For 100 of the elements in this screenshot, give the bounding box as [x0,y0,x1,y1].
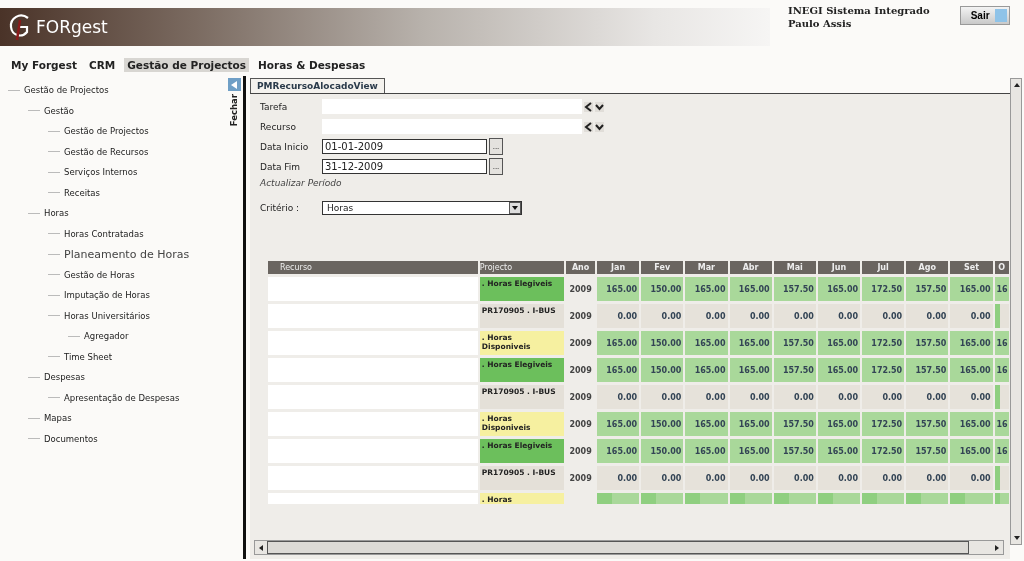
tree-item[interactable]: Horas [44,208,69,219]
tree-item[interactable]: Imputação de Horas [64,290,150,301]
year-cell-text: 2009 [568,391,593,404]
hours-cell: 0.00 [685,385,728,409]
hours-cell: 165.00 [597,439,640,463]
hours-cell: 165.00 [685,331,728,355]
hours-cell: 165.00 [729,439,772,463]
chevron-left-icon[interactable] [584,101,593,112]
hours-cell: 150.00 [641,358,684,382]
hours-cell: 0.00 [597,466,640,490]
tree-item[interactable]: Horas Contratadas [64,228,144,239]
hours-cell: 0.00 [950,385,993,409]
logo-text: FORgest [36,17,108,37]
tree-item[interactable]: Despesas [44,372,85,383]
field-label: Data Inicio [260,141,310,152]
tree-item[interactable]: Time Sheet [64,351,113,362]
column-header: Mar [685,261,728,274]
hours-cell: 165.00 [817,412,860,436]
hours-cell: 0.00 [817,385,860,409]
tree-item[interactable]: Planeamento de Horas [64,247,190,261]
tree-item[interactable]: Serviços Internos [64,167,138,178]
hours-cell: 0.00 [685,304,728,328]
hours-cell: 157.50 [906,439,949,463]
hours-cell: 165.00 [817,277,860,301]
horizontal-scrollbar[interactable] [254,540,1004,555]
hours-cell: 172.50 [862,358,905,382]
tree-item[interactable]: Gestão de Horas [64,269,135,280]
date-field[interactable]: 31-12-2009 [322,159,487,174]
chevron-left-icon[interactable] [584,121,593,132]
hours-cell: 165.00 [729,331,772,355]
hours-cell: 0.00 [906,385,949,409]
hours-cell: 157.50 [906,331,949,355]
hours-cell: 0.00 [685,466,728,490]
hours-cell: 0.00 [817,304,860,328]
column-header: Set [950,261,993,274]
dropdown-icon[interactable] [509,201,521,214]
hours-cell: 165.00 [729,277,772,301]
criteria-select[interactable]: Horas [322,200,522,215]
hours-cell: 172.50 [862,439,905,463]
date-picker-button[interactable]: ... [489,158,503,175]
hours-cell: 165.00 [950,358,993,382]
tree-item[interactable]: Apresentação de Despesas [64,392,180,403]
hours-cell: 165.00 [685,277,728,301]
column-header: O [994,261,1009,274]
tree-item[interactable]: Documentos [44,433,98,444]
hours-cell: 165.00 [950,412,993,436]
tree-item[interactable]: Agregador [84,331,129,342]
column-header: Mai [773,261,816,274]
hours-cell: 16 [994,331,1009,355]
menu-tab[interactable]: CRM [86,58,119,72]
column-header: Jul [862,261,905,274]
year-cell-text: 2009 [568,445,593,458]
logout-button[interactable]: Sair [959,6,1010,25]
tree-item[interactable]: Gestão [44,105,74,116]
vertical-scrollbar[interactable] [1010,78,1022,545]
hours-cell: 0.00 [729,304,772,328]
user-name: Paulo Assis [788,17,853,30]
hours-cell: 16 [994,277,1009,301]
hours-cell: 150.00 [641,412,684,436]
arrow-right-icon[interactable] [993,543,1001,552]
chevron-down-icon[interactable] [595,101,604,112]
year-cell-text: 2009 [568,283,593,296]
hours-cell: 165.00 [597,412,640,436]
arrow-up-icon[interactable] [1013,81,1021,89]
arrow-down-icon[interactable] [1013,534,1021,542]
field-label: Recurso [260,121,297,132]
year-cell-text: 2009 [568,310,593,323]
column-header: Recurso [268,261,478,274]
year-cell-text: 2009 [568,418,593,431]
year-cell-text: 2009 [568,364,593,377]
hours-cell: 0.00 [773,304,816,328]
tree-item[interactable]: Mapas [44,413,72,424]
hours-cell: 165.00 [685,439,728,463]
arrow-left-icon[interactable] [257,543,265,552]
column-header: Projecto [479,261,565,274]
tree-item[interactable]: Gestão de Projectos [24,85,109,96]
menu-tab[interactable]: Horas & Despesas [255,58,369,72]
system-name: INEGI Sistema Integrado [788,4,930,17]
chevron-down-icon[interactable] [595,121,604,132]
tree-item[interactable]: Receitas [64,187,100,198]
hours-cell: 150.00 [641,439,684,463]
year-cell-text: 2009 [568,472,593,485]
hours-cell: 0.00 [641,466,684,490]
tree-item[interactable]: Gestão de Recursos [64,146,149,157]
menu-tab[interactable]: Gestão de Projectos [124,58,250,72]
column-header: Jun [817,261,860,274]
hours-cell: 157.50 [906,358,949,382]
hours-cell: 165.00 [950,439,993,463]
tree-item[interactable]: Horas Universitários [64,310,150,321]
date-picker-button[interactable]: ... [489,138,503,155]
update-period-link[interactable]: Actualizar Período [260,178,1000,188]
hours-cell: 157.50 [773,331,816,355]
tree-item[interactable]: Gestão de Projectos [64,126,149,137]
hours-cell: 157.50 [906,412,949,436]
year-cell-text: 2009 [568,337,593,350]
menu-tab[interactable]: My Forgest [8,58,80,72]
hours-cell: 0.00 [862,304,905,328]
view-tab[interactable]: PMRecursoAlocadoView [250,78,385,93]
collapse-label[interactable]: Fechar [229,94,239,127]
date-field[interactable]: 01-01-2009 [322,139,487,154]
